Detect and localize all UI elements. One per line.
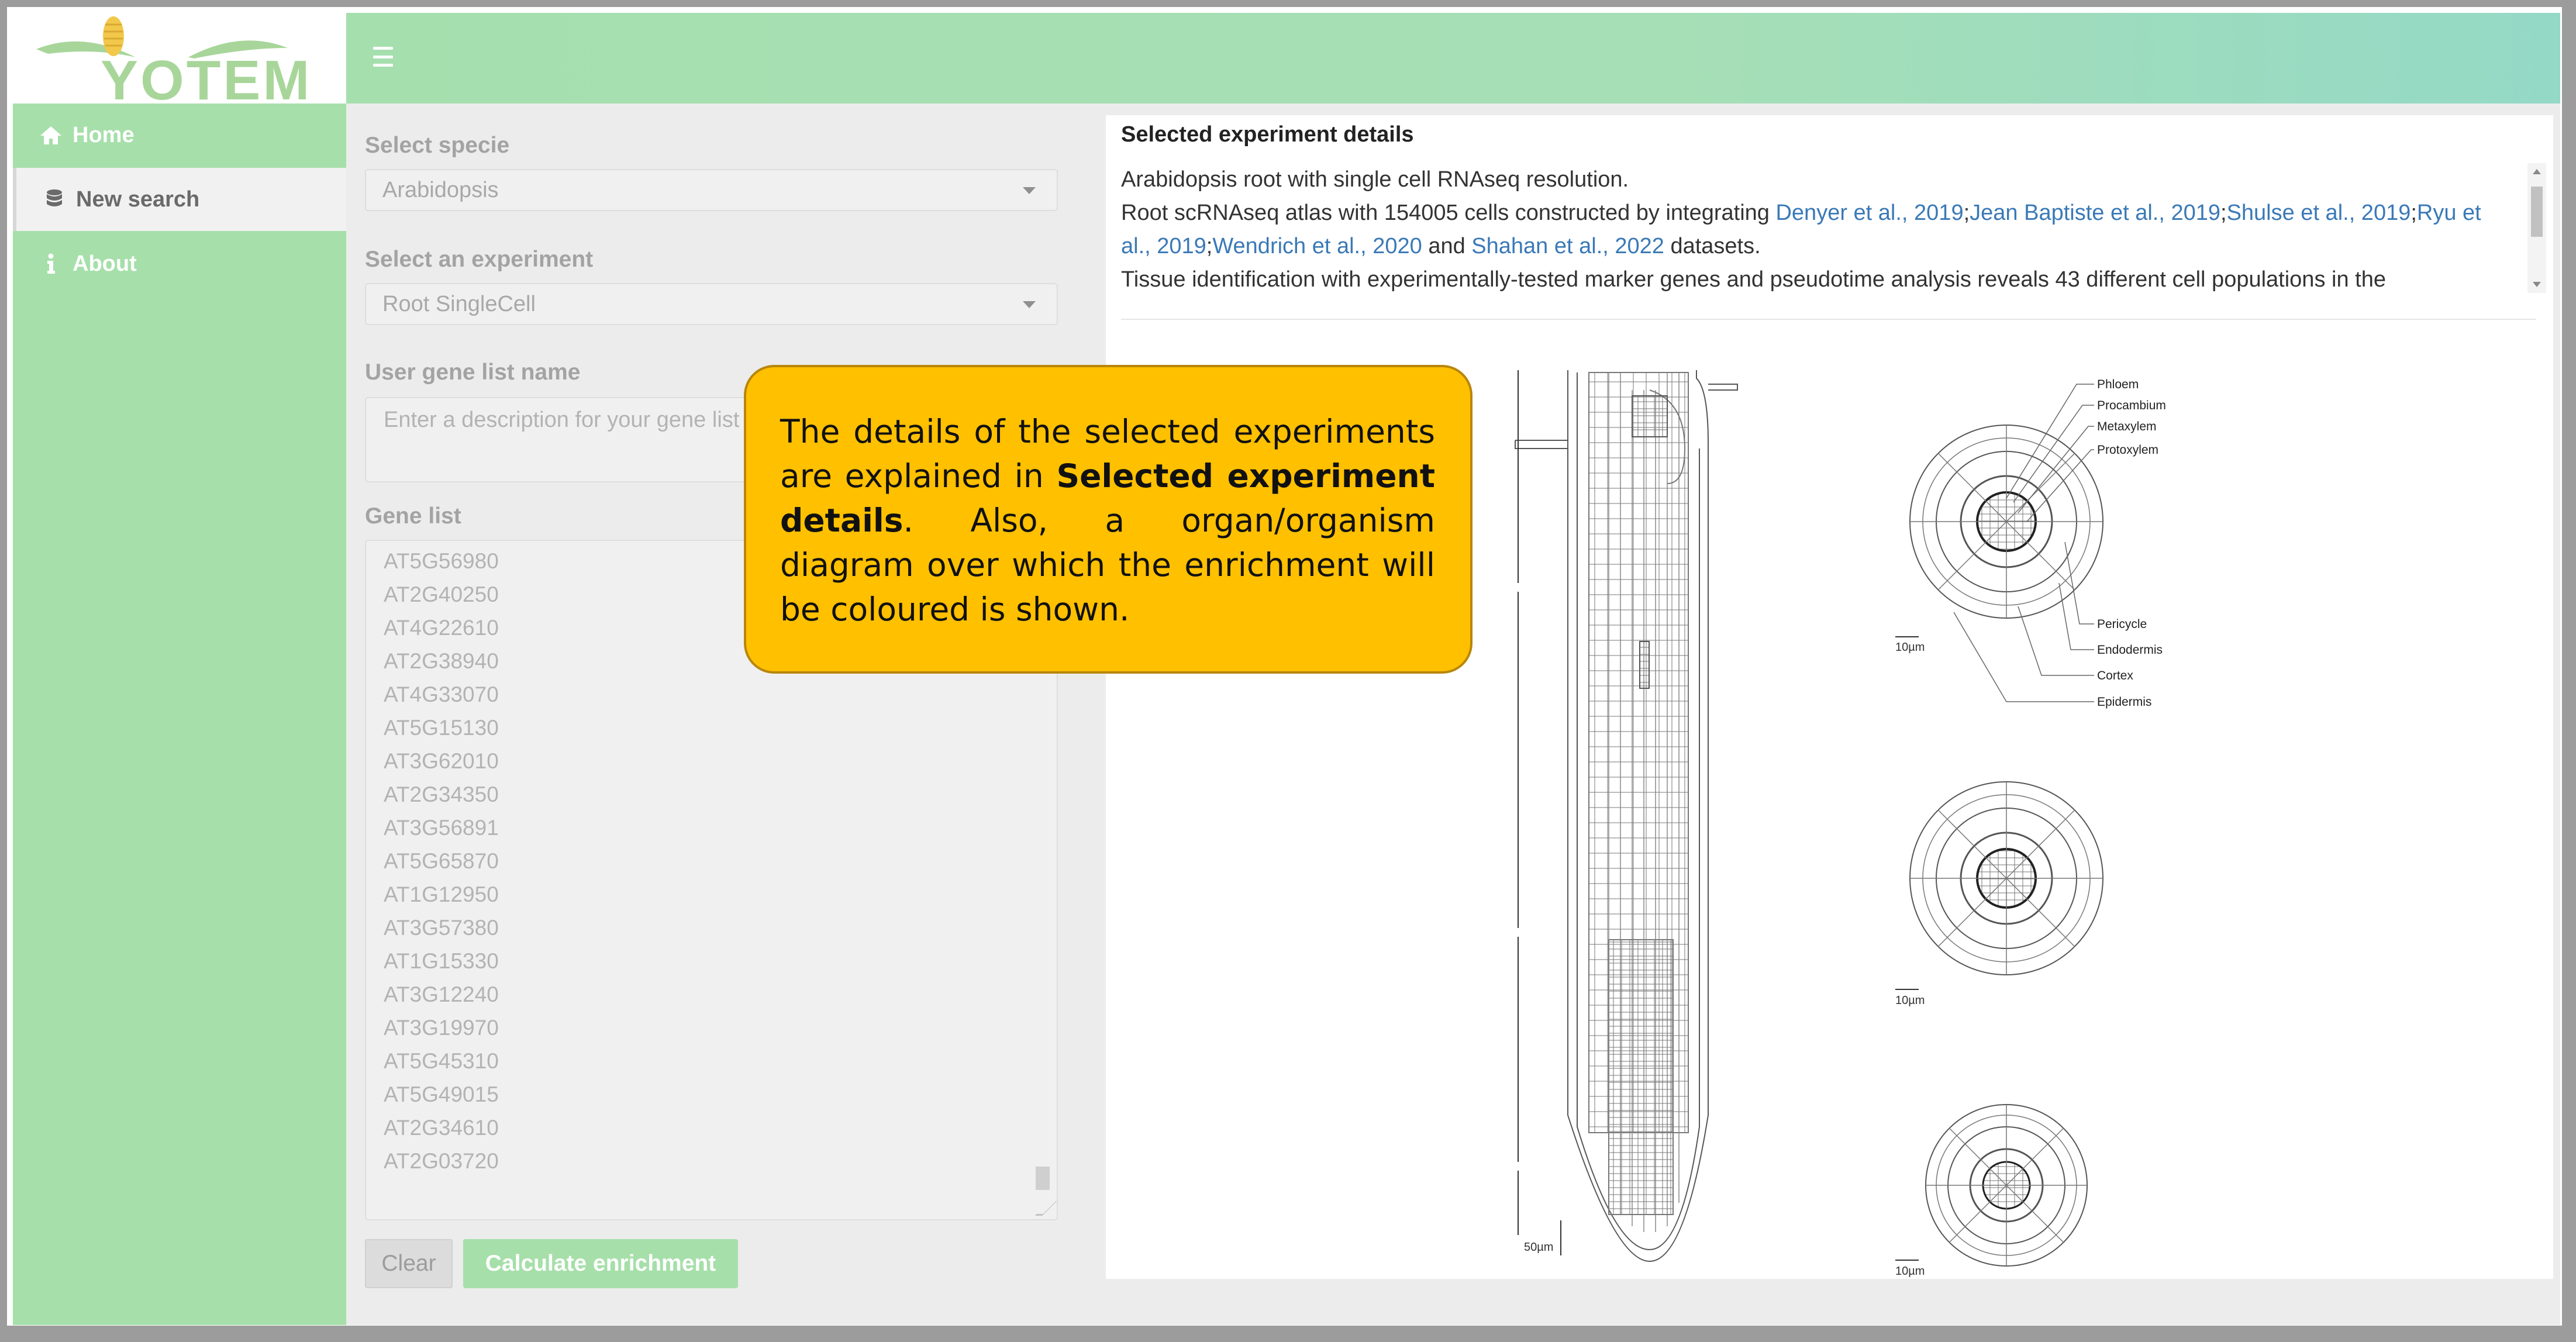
experiment-details-panel: Selected experiment details Arabidopsis … bbox=[1103, 104, 2560, 1325]
gene-entry: AT5G56980 bbox=[384, 549, 499, 573]
sidebar-item-about[interactable]: About bbox=[13, 232, 346, 295]
details-text: ; bbox=[1206, 234, 1213, 258]
sidebar-toggle-icon[interactable] bbox=[373, 47, 393, 67]
database-icon bbox=[39, 189, 70, 210]
gene-entry: AT1G12950 bbox=[384, 882, 499, 906]
details-text: and bbox=[1422, 234, 1472, 258]
tissue-labels: Phloem Procambium Metaxylem Protoxylem P… bbox=[2097, 378, 2166, 709]
chevron-down-icon bbox=[1023, 187, 1036, 194]
gene-entry: AT4G33070 bbox=[384, 682, 499, 706]
sidebar-item-label: Home bbox=[73, 122, 135, 147]
details-line: Arabidopsis root with single cell RNAseq… bbox=[1121, 167, 1629, 192]
scale-bar-label: 10µm bbox=[1895, 1265, 1925, 1278]
tissue-label-protoxylem: Protoxylem bbox=[2097, 443, 2158, 457]
search-form-panel: Select specie Arabidopsis Select an expe… bbox=[346, 104, 1103, 1325]
gene-list-scrollbar[interactable] bbox=[1036, 1167, 1050, 1190]
scale-bar-label: 10µm bbox=[1895, 641, 1925, 654]
reference-link[interactable]: Shulse et al., 2019 bbox=[2227, 201, 2411, 225]
experiment-label: Select an experiment bbox=[365, 247, 594, 272]
scale-bar-label: 10µm bbox=[1895, 994, 1925, 1007]
gene-entry: AT5G15130 bbox=[384, 716, 499, 740]
gene-entry: AT3G12240 bbox=[384, 982, 499, 1006]
experiment-value: Root SingleCell bbox=[382, 291, 536, 316]
specie-label: Select specie bbox=[365, 133, 510, 158]
root-cross-section-bottom bbox=[1925, 1104, 2088, 1267]
resize-handle-icon[interactable] bbox=[1034, 1201, 1057, 1216]
details-text: datasets. bbox=[1664, 234, 1761, 258]
info-icon bbox=[35, 253, 67, 274]
tissue-label-phloem: Phloem bbox=[2097, 378, 2139, 391]
specie-value: Arabidopsis bbox=[382, 177, 499, 202]
top-bar bbox=[346, 13, 2560, 104]
gene-entry: AT2G34610 bbox=[384, 1116, 499, 1140]
app: YOTEM Home New search About Select speci… bbox=[13, 13, 2560, 1325]
reference-link[interactable]: Denyer et al., 2019 bbox=[1775, 201, 1963, 225]
gene-entry: AT5G49015 bbox=[384, 1082, 499, 1106]
tissue-label-pericycle: Pericycle bbox=[2097, 617, 2147, 631]
details-title: Selected experiment details bbox=[1121, 122, 1414, 147]
scale-bars bbox=[1895, 636, 1919, 1261]
gene-entry: AT3G19970 bbox=[384, 1016, 499, 1040]
sidebar: Home New search About bbox=[13, 104, 346, 1325]
scroll-thumb[interactable] bbox=[2531, 187, 2543, 237]
details-card: Selected experiment details Arabidopsis … bbox=[1106, 115, 2553, 1279]
app-logo[interactable]: YOTEM bbox=[13, 13, 346, 112]
details-text: ; bbox=[2220, 201, 2227, 225]
sidebar-item-home[interactable]: Home bbox=[13, 104, 346, 167]
root-region-brackets bbox=[1518, 370, 1561, 1255]
gene-list-name-label: User gene list name bbox=[365, 360, 581, 385]
scroll-up-icon[interactable] bbox=[2533, 169, 2541, 174]
details-scrollbar[interactable] bbox=[2527, 163, 2546, 293]
details-text: Root scRNAseq atlas with 154005 cells co… bbox=[1121, 201, 1776, 225]
logo-graphic: YOTEM bbox=[36, 16, 312, 112]
gene-entry: AT5G45310 bbox=[384, 1049, 499, 1073]
gene-entry: AT2G40250 bbox=[384, 582, 499, 606]
root-longitudinal-section bbox=[1515, 370, 1738, 1262]
root-cross-section-middle bbox=[1909, 781, 2103, 975]
details-line: Tissue identification with experimentall… bbox=[1121, 267, 2386, 292]
gene-list-name-placeholder: Enter a description for your gene list bbox=[384, 408, 740, 432]
gene-entry: AT5G65870 bbox=[384, 849, 499, 873]
details-text: ; bbox=[1963, 201, 1970, 225]
home-icon bbox=[35, 125, 67, 146]
root-cross-section-top bbox=[1909, 425, 2103, 619]
specie-select[interactable]: Arabidopsis bbox=[365, 169, 1058, 211]
sidebar-item-new-search[interactable]: New search bbox=[13, 168, 346, 231]
experiment-select[interactable]: Root SingleCell bbox=[365, 283, 1058, 325]
gene-entry: AT3G56891 bbox=[384, 816, 499, 840]
calculate-enrichment-button[interactable]: Calculate enrichment bbox=[463, 1239, 738, 1288]
gene-entry: AT2G03720 bbox=[384, 1149, 499, 1173]
chevron-down-icon bbox=[1023, 301, 1036, 308]
gene-entry: AT3G57380 bbox=[384, 916, 499, 940]
tutorial-callout: The details of the selected experiments … bbox=[744, 365, 1473, 674]
reference-link[interactable]: Jean Baptiste et al., 2019 bbox=[1970, 201, 2220, 225]
scroll-down-icon[interactable] bbox=[2533, 282, 2541, 287]
gene-entry: AT1G15330 bbox=[384, 949, 499, 973]
reference-link[interactable]: Wendrich et al., 2020 bbox=[1212, 234, 1422, 258]
gene-entry: AT2G34350 bbox=[384, 782, 499, 806]
reference-link[interactable]: Shahan et al., 2022 bbox=[1471, 234, 1664, 258]
sidebar-item-label: About bbox=[73, 251, 137, 276]
gene-list-label: Gene list bbox=[365, 503, 461, 529]
gene-entry: AT2G38940 bbox=[384, 649, 499, 673]
details-text: ; bbox=[2411, 201, 2417, 225]
tissue-label-epidermis: Epidermis bbox=[2097, 695, 2151, 709]
scale-bar-label: 50µm bbox=[1524, 1241, 1553, 1254]
tissue-label-metaxylem: Metaxylem bbox=[2097, 420, 2157, 433]
gene-entry: AT3G62010 bbox=[384, 749, 499, 773]
sidebar-item-label: New search bbox=[76, 187, 200, 212]
details-line: Root scRNAseq atlas with 154005 cells co… bbox=[1121, 196, 2507, 263]
clear-button[interactable]: Clear bbox=[365, 1239, 453, 1288]
gene-entry: AT4G22610 bbox=[384, 616, 499, 640]
callout-text: The details of the selected experiments … bbox=[780, 409, 1435, 632]
divider bbox=[1121, 319, 2536, 320]
logo-text: YOTEM bbox=[101, 49, 312, 104]
tissue-label-endodermis: Endodermis bbox=[2097, 643, 2163, 657]
details-description: Arabidopsis root with single cell RNAseq… bbox=[1121, 163, 2507, 296]
tissue-label-procambium: Procambium bbox=[2097, 399, 2166, 412]
window-frame: YOTEM Home New search About Select speci… bbox=[0, 0, 2576, 1342]
tissue-label-cortex: Cortex bbox=[2097, 669, 2133, 682]
